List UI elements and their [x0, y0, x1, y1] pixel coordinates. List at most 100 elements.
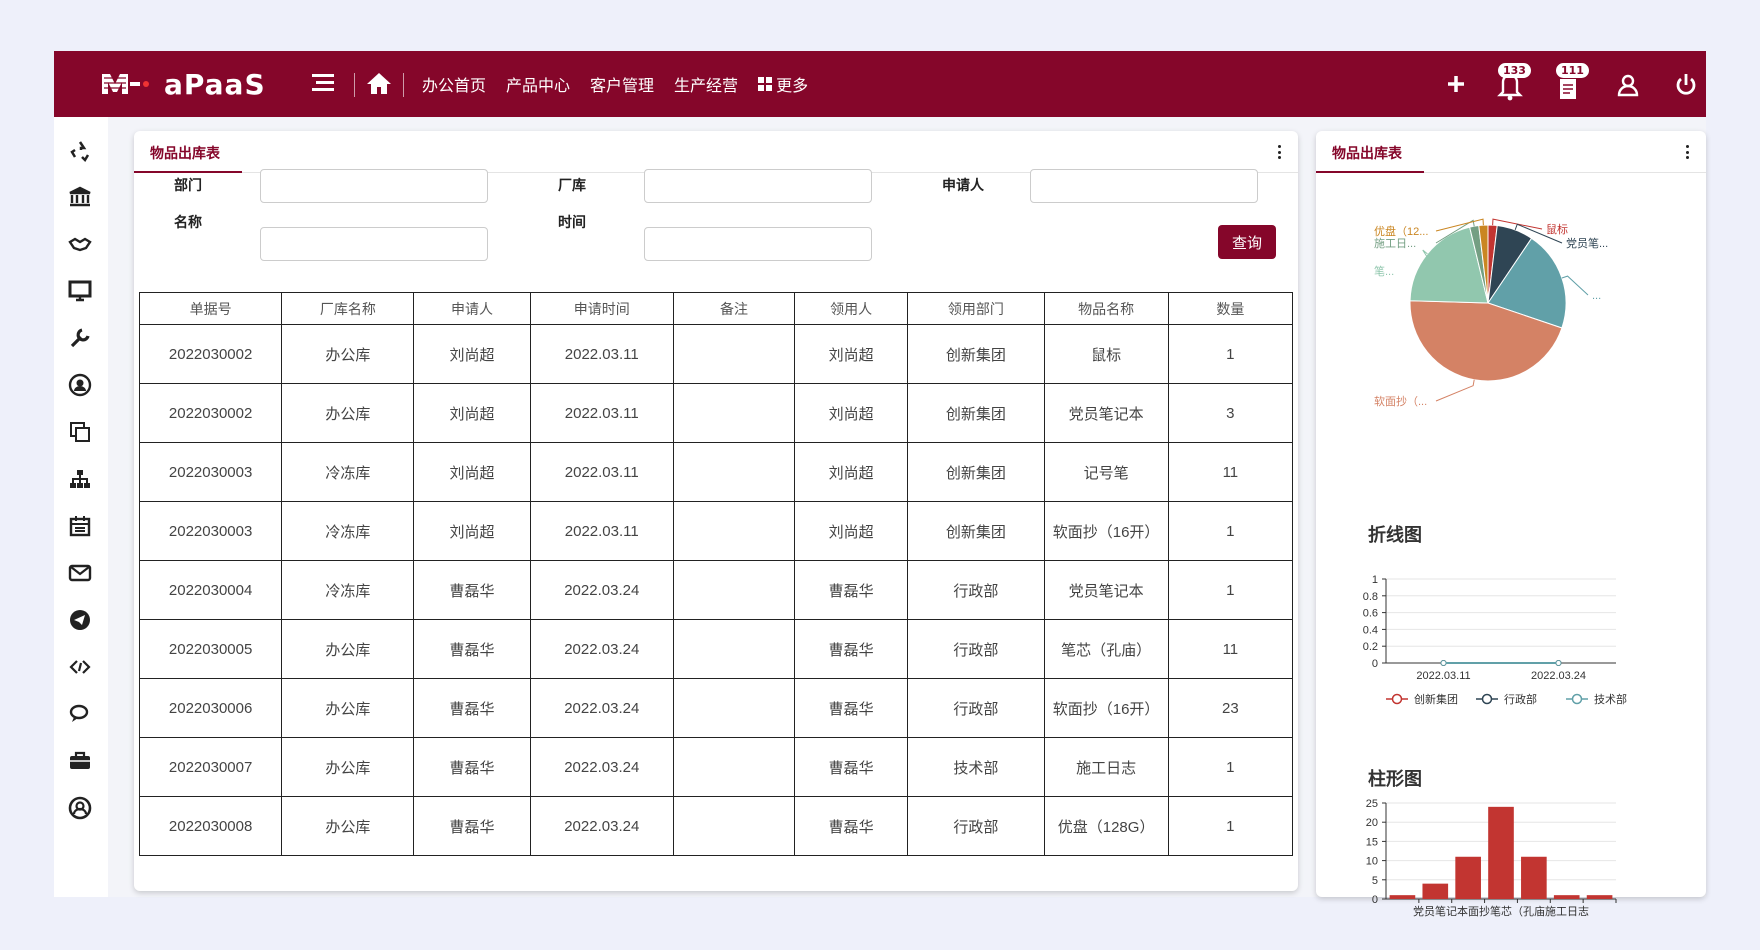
cell-receiver-dept: 创新集团 — [907, 442, 1045, 502]
cell-apply-time: 2022.03.24 — [529, 560, 674, 620]
cell-quantity: 1 — [1167, 796, 1294, 856]
cell-apply-time: 2022.03.11 — [529, 501, 674, 561]
bar — [1586, 895, 1613, 899]
cell-applicant: 刘尚超 — [413, 324, 531, 384]
monitor-icon[interactable] — [68, 279, 92, 303]
cell-remark — [672, 737, 796, 797]
col-header-receiver[interactable]: 领用人 — [794, 292, 909, 325]
envelope-icon[interactable] — [68, 561, 92, 585]
bank-icon[interactable] — [68, 185, 92, 209]
cell-apply-time: 2022.03.24 — [529, 737, 674, 797]
cell-receiver-dept: 创新集团 — [907, 383, 1045, 443]
cell-applicant: 刘尚超 — [413, 442, 531, 502]
tab-outbound-table[interactable]: 物品出库表 — [150, 143, 220, 163]
col-header-apply-time[interactable]: 申请时间 — [529, 292, 674, 325]
notification-bell-button[interactable]: 133 — [1492, 63, 1531, 103]
copy-icon[interactable] — [68, 420, 92, 444]
bar — [1422, 883, 1449, 899]
col-header-applicant[interactable]: 申请人 — [413, 292, 531, 325]
top-right-tools: 133 111 — [54, 51, 1706, 117]
table-body: 2022030002 办公库 刘尚超 2022.03.11 刘尚超 创新集团 鼠标 1 2022… — [138, 324, 1294, 856]
warehouse-label: 厂库 — [558, 178, 586, 194]
more-options-icon[interactable] — [1686, 145, 1690, 159]
col-header-receiver-dept[interactable]: 领用部门 — [907, 292, 1045, 325]
cell-order-no: 2022030005 — [138, 619, 283, 679]
cell-apply-time: 2022.03.24 — [529, 796, 674, 856]
card-header: 物品出库表 — [1316, 131, 1706, 173]
pie-label: 笔... — [1374, 264, 1394, 278]
time-input[interactable] — [644, 227, 872, 261]
calendar-icon[interactable] — [68, 514, 92, 538]
account-icon[interactable] — [68, 796, 92, 820]
more-options-icon[interactable] — [1278, 145, 1282, 159]
cell-warehouse: 冷冻库 — [281, 501, 415, 561]
code-icon[interactable] — [68, 655, 92, 679]
legend-marker — [1391, 693, 1403, 705]
cell-quantity: 1 — [1167, 737, 1294, 797]
cell-apply-time: 2022.03.11 — [529, 383, 674, 443]
name-input[interactable] — [260, 227, 488, 261]
warehouse-input[interactable] — [644, 169, 872, 203]
table-row[interactable]: 2022030006 办公库 曹磊华 2022.03.24 曹磊华 行政部 软面抄（16开）… — [138, 678, 1294, 738]
recycle-icon[interactable] — [68, 139, 92, 163]
cell-receiver: 曹磊华 — [794, 619, 909, 679]
table-row[interactable]: 2022030004 冷冻库 曹磊华 2022.03.24 曹磊华 行政部 党员笔记本 1 — [138, 560, 1294, 620]
cell-order-no: 2022030007 — [138, 737, 283, 797]
table-row[interactable]: 2022030005 办公库 曹磊华 2022.03.24 曹磊华 行政部 笔芯（孔庙） 11 — [138, 619, 1294, 679]
cell-remark — [672, 796, 796, 856]
cell-warehouse: 办公库 — [281, 678, 415, 738]
pie-label: 党员笔... — [1566, 236, 1608, 250]
cell-warehouse: 办公库 — [281, 324, 415, 384]
query-button[interactable]: 查询 — [1218, 225, 1276, 259]
cell-receiver-dept: 行政部 — [907, 619, 1045, 679]
briefcase-icon[interactable] — [68, 749, 92, 773]
cell-applicant: 曹磊华 — [413, 796, 531, 856]
cell-item-name: 党员笔记本 — [1043, 560, 1169, 620]
x-tick-label: 2022.03.24 — [1531, 670, 1586, 682]
table-row[interactable]: 2022030002 办公库 刘尚超 2022.03.11 刘尚超 创新集团 党员笔记本 3 — [138, 383, 1294, 443]
line-chart-title: 折线图 — [1368, 525, 1422, 546]
table-row[interactable]: 2022030003 冷冻库 刘尚超 2022.03.11 刘尚超 创新集团 记号笔 11 — [138, 442, 1294, 502]
plus-icon[interactable] — [1438, 65, 1474, 103]
col-header-quantity[interactable]: 数量 — [1167, 292, 1294, 325]
telegram-icon[interactable] — [68, 608, 92, 632]
applicant-input[interactable] — [1030, 169, 1258, 203]
user-circle-icon[interactable] — [68, 373, 92, 397]
cell-item-name: 鼠标 — [1043, 324, 1169, 384]
col-header-remark[interactable]: 备注 — [672, 292, 796, 325]
power-icon[interactable] — [1668, 65, 1704, 103]
legend-marker — [1571, 693, 1583, 705]
table-row[interactable]: 2022030002 办公库 刘尚超 2022.03.11 刘尚超 创新集团 鼠标 1 — [138, 324, 1294, 384]
document-button[interactable]: 111 — [1550, 63, 1589, 103]
dept-input[interactable] — [260, 169, 488, 203]
y-tick-label: 1 — [1372, 574, 1378, 586]
x-tick-label: 2022.03.11 — [1416, 670, 1470, 682]
cell-remark — [672, 324, 796, 384]
table-row[interactable]: 2022030008 办公库 曹磊华 2022.03.24 曹磊华 行政部 优盘（128G）… — [138, 796, 1294, 856]
user-icon[interactable] — [1610, 65, 1646, 103]
col-header-warehouse[interactable]: 厂库名称 — [281, 292, 415, 325]
wrench-icon[interactable] — [68, 326, 92, 350]
cell-quantity: 3 — [1167, 383, 1294, 443]
sidebar — [54, 117, 108, 897]
cell-order-no: 2022030002 — [138, 383, 283, 443]
cell-item-name: 优盘（128G） — [1043, 796, 1169, 856]
cell-warehouse: 办公库 — [281, 383, 415, 443]
cell-warehouse: 办公库 — [281, 737, 415, 797]
chat-icon[interactable] — [68, 702, 92, 726]
cell-remark — [672, 560, 796, 620]
tab-outbound-charts[interactable]: 物品出库表 — [1332, 143, 1402, 163]
series-point — [1555, 660, 1562, 666]
col-header-item-name[interactable]: 物品名称 — [1043, 292, 1169, 325]
cell-receiver: 曹磊华 — [794, 560, 909, 620]
cell-receiver: 刘尚超 — [794, 383, 909, 443]
table-row[interactable]: 2022030003 冷冻库 刘尚超 2022.03.11 刘尚超 创新集团 软面抄（16开… — [138, 501, 1294, 561]
table-row[interactable]: 2022030007 办公库 曹磊华 2022.03.24 曹磊华 技术部 施工日志 1 — [138, 737, 1294, 797]
cell-receiver: 曹磊华 — [794, 678, 909, 738]
handshake-icon[interactable] — [68, 232, 92, 256]
name-label: 名称 — [174, 215, 202, 231]
col-header-order-no[interactable]: 单据号 — [138, 292, 283, 325]
cell-receiver: 刘尚超 — [794, 501, 909, 561]
x-tick-labels: 党员笔记本面抄笔芯（孔庙施工日志 — [1413, 904, 1589, 918]
sitemap-icon[interactable] — [68, 467, 92, 491]
